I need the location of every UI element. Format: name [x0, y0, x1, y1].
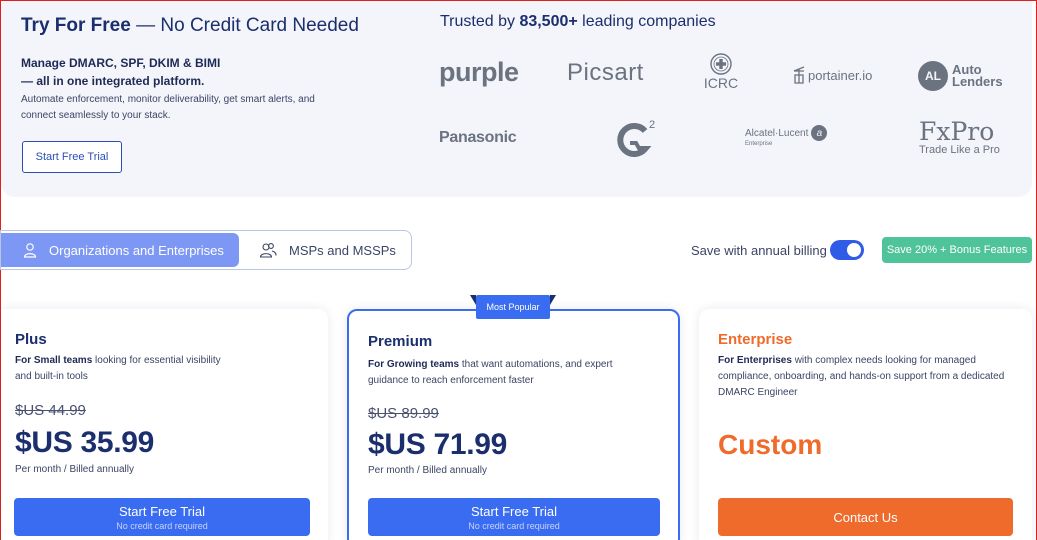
auto-lenders-badge-icon: AL: [918, 61, 948, 91]
logo-fxpro: FxPro Trade Like a Pro: [919, 117, 1000, 156]
fxpro-tagline: Trade Like a Pro: [919, 144, 1000, 156]
tab-msps[interactable]: MSPs and MSSPs: [259, 233, 396, 267]
plan-name: Enterprise: [718, 331, 793, 348]
plan-name: Premium: [368, 333, 433, 350]
logo-auto-lenders: AL Auto Lenders: [918, 61, 1003, 91]
annual-billing-toggle[interactable]: [830, 240, 864, 260]
plan-desc-bold: For Small teams: [15, 355, 93, 366]
plan-desc-bold: For Enterprises: [718, 355, 792, 366]
plan-price-custom: Custom: [718, 429, 823, 460]
hero-description: Automate enforcement, monitor deliverabi…: [21, 94, 315, 121]
plan-period: Per month / Billed annually: [368, 465, 487, 476]
logo-alcatel-lucent: Alcatel·Lucent a Enterprise: [745, 125, 828, 147]
alcatel-text: Alcatel·Lucent: [745, 127, 809, 139]
logo-g2: 2: [613, 116, 659, 162]
plan-old-price: $US 44.99: [15, 402, 86, 419]
trusted-suffix: leading companies: [577, 13, 716, 30]
most-popular-badge: Most Popular: [470, 295, 556, 319]
hero-section: Try For Free — No Credit Card Needed Man…: [1, 1, 1032, 197]
hero-start-trial-button[interactable]: Start Free Trial: [22, 141, 122, 173]
hero-subtitle-1: Manage DMARC, SPF, DKIM & BIMI: [21, 56, 221, 70]
user-icon: [23, 242, 37, 258]
tab-organizations-label: Organizations and Enterprises: [49, 242, 224, 258]
tab-organizations[interactable]: Organizations and Enterprises: [1, 233, 239, 267]
g2-logo-icon: 2: [617, 119, 655, 157]
plan-price: $US 71.99: [368, 428, 508, 461]
plan-card-premium: Premium For Growing teams that want auto…: [347, 309, 680, 540]
plan-description: For Small teams looking for essential vi…: [15, 353, 240, 385]
hero-subtitle-2: — all in one integrated platform.: [21, 74, 205, 88]
hero-title-bold: Try For Free: [21, 15, 131, 36]
portainer-crane-icon: [793, 66, 805, 84]
logo-picsart-text: Picsart: [567, 59, 644, 86]
cta-sublabel: No credit card required: [116, 520, 208, 531]
hero-title: Try For Free — No Credit Card Needed: [21, 15, 359, 37]
trusted-count: 83,500+: [519, 13, 578, 30]
contact-us-button[interactable]: Contact Us: [718, 498, 1013, 536]
annual-billing-label: Save with annual billing: [691, 243, 827, 258]
logo-portainer: portainer.io: [792, 65, 872, 85]
logo-icrc-text: ICRC: [703, 75, 739, 91]
cta-sublabel: No credit card required: [468, 520, 560, 531]
logo-purple: purple: [439, 57, 519, 88]
logo-panasonic-text: Panasonic: [439, 129, 517, 146]
tab-msps-label: MSPs and MSSPs: [289, 242, 396, 258]
save-badge: Save 20% + Bonus Features: [882, 237, 1032, 263]
segment-tabs: Organizations and Enterprises MSPs and M…: [0, 230, 412, 270]
logo-purple-text: purple: [439, 57, 519, 87]
plan-desc-bold: For Growing teams: [368, 359, 460, 370]
plan-price: $US 35.99: [15, 426, 155, 459]
users-icon: [259, 242, 277, 258]
fxpro-wordmark: FxPro: [919, 117, 995, 146]
auto-lenders-bottom: Lenders: [952, 74, 1003, 89]
plan-card-plus: Plus For Small teams looking for essenti…: [1, 309, 328, 540]
plan-period: Per month / Billed annually: [15, 464, 134, 475]
cta-label: Start Free Trial: [119, 503, 205, 519]
auto-lenders-wordmark: Auto Lenders: [952, 63, 1003, 89]
alcatel-a-icon: a: [811, 125, 828, 141]
plan-description: For Growing teams that want automations,…: [368, 357, 628, 389]
cta-label: Start Free Trial: [471, 503, 557, 519]
plan-name: Plus: [15, 331, 47, 348]
trusted-prefix: Trusted by: [440, 13, 520, 30]
svg-text:2: 2: [649, 119, 655, 131]
trusted-by-heading: Trusted by 83,500+ leading companies: [440, 13, 716, 31]
logo-portainer-text: portainer.io: [808, 67, 873, 83]
logo-panasonic: Panasonic: [439, 129, 517, 147]
alcatel-sub: Enterprise: [745, 141, 773, 147]
logo-picsart: Picsart: [567, 59, 644, 87]
plan-old-price: $US 89.99: [368, 405, 439, 422]
icrc-emblem-icon: [710, 53, 732, 75]
premium-start-trial-button[interactable]: Start Free Trial No credit card required: [368, 498, 660, 536]
logo-icrc: ICRC: [701, 53, 741, 91]
alcatel-wordmark: Alcatel·Lucent a: [745, 125, 828, 141]
cta-label: Contact Us: [833, 509, 898, 525]
plan-card-enterprise: Enterprise For Enterprises with complex …: [699, 309, 1032, 540]
plus-start-trial-button[interactable]: Start Free Trial No credit card required: [14, 498, 310, 536]
hero-title-rest: — No Credit Card Needed: [130, 15, 359, 36]
plan-description: For Enterprises with complex needs looki…: [718, 353, 1008, 401]
